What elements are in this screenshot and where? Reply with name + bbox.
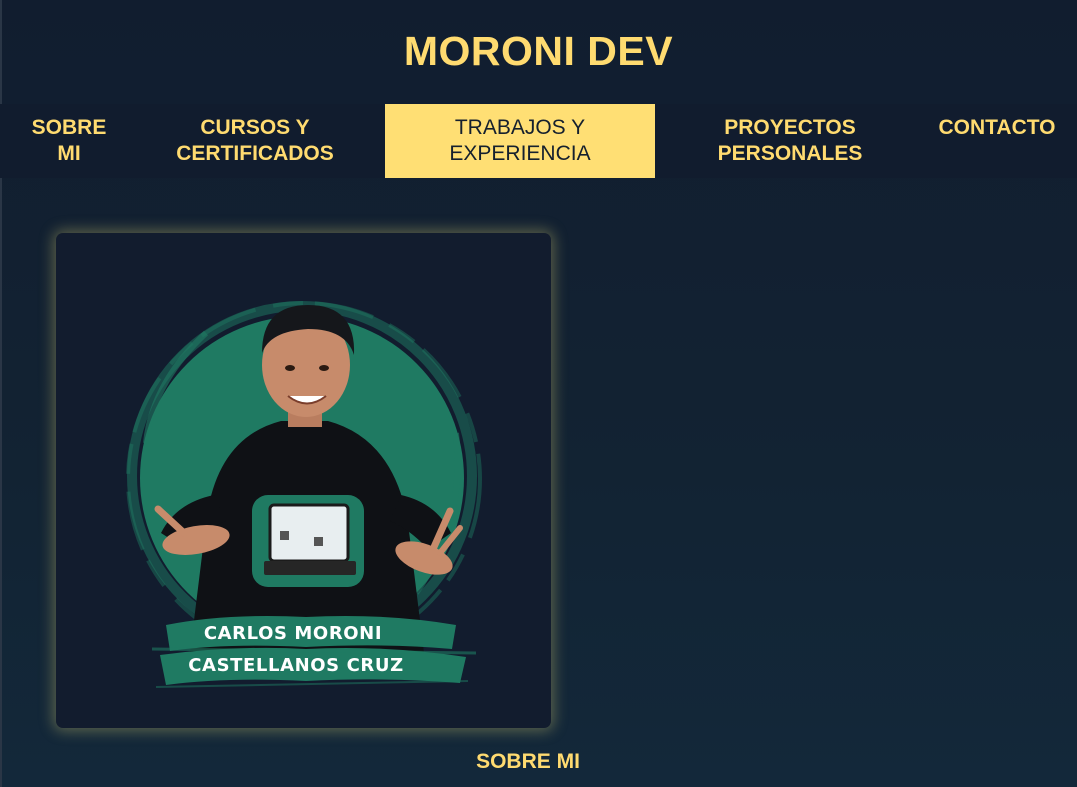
- main-nav: SOBRE MI CURSOS Y CERTIFICADOS TRABAJOS …: [0, 104, 1077, 178]
- nav-item-contacto[interactable]: CONTACTO: [926, 104, 1068, 178]
- nav-item-label: EXPERIENCIA: [449, 142, 591, 165]
- nav-item-label: SOBRE: [31, 116, 107, 139]
- profile-caption[interactable]: SOBRE MI: [0, 748, 1056, 776]
- site-title: MORONI DEV: [403, 28, 674, 74]
- nav-item-label: CERTIFICADOS: [176, 142, 334, 165]
- nav-item-label: MI: [57, 142, 81, 165]
- profile-illustration: CARLOS MORONI CASTELLANOS CRUZ: [126, 301, 482, 688]
- nav-item-label: TRABAJOS Y: [454, 116, 586, 139]
- profile-name-line2: CASTELLANOS CRUZ: [188, 655, 403, 676]
- nav-item-trabajos-y-experiencia[interactable]: TRABAJOS Y EXPERIENCIA: [385, 104, 655, 178]
- profile-card[interactable]: CARLOS MORONI CASTELLANOS CRUZ: [56, 233, 551, 728]
- nav-item-proyectos-personales[interactable]: PROYECTOS PERSONALES: [700, 104, 880, 178]
- name-banner: CARLOS MORONI CASTELLANOS CRUZ: [151, 616, 477, 688]
- nav-item-sobre-mi[interactable]: SOBRE MI: [14, 104, 124, 178]
- nav-item-label: CONTACTO: [938, 116, 1056, 139]
- nav-item-label: PERSONALES: [717, 142, 863, 165]
- nav-item-cursos-y-certificados[interactable]: CURSOS Y CERTIFICADOS: [160, 104, 350, 178]
- nav-item-label: CURSOS Y: [200, 116, 310, 139]
- nav-item-label: PROYECTOS: [724, 116, 856, 139]
- profile-name-line1: CARLOS MORONI: [204, 623, 382, 644]
